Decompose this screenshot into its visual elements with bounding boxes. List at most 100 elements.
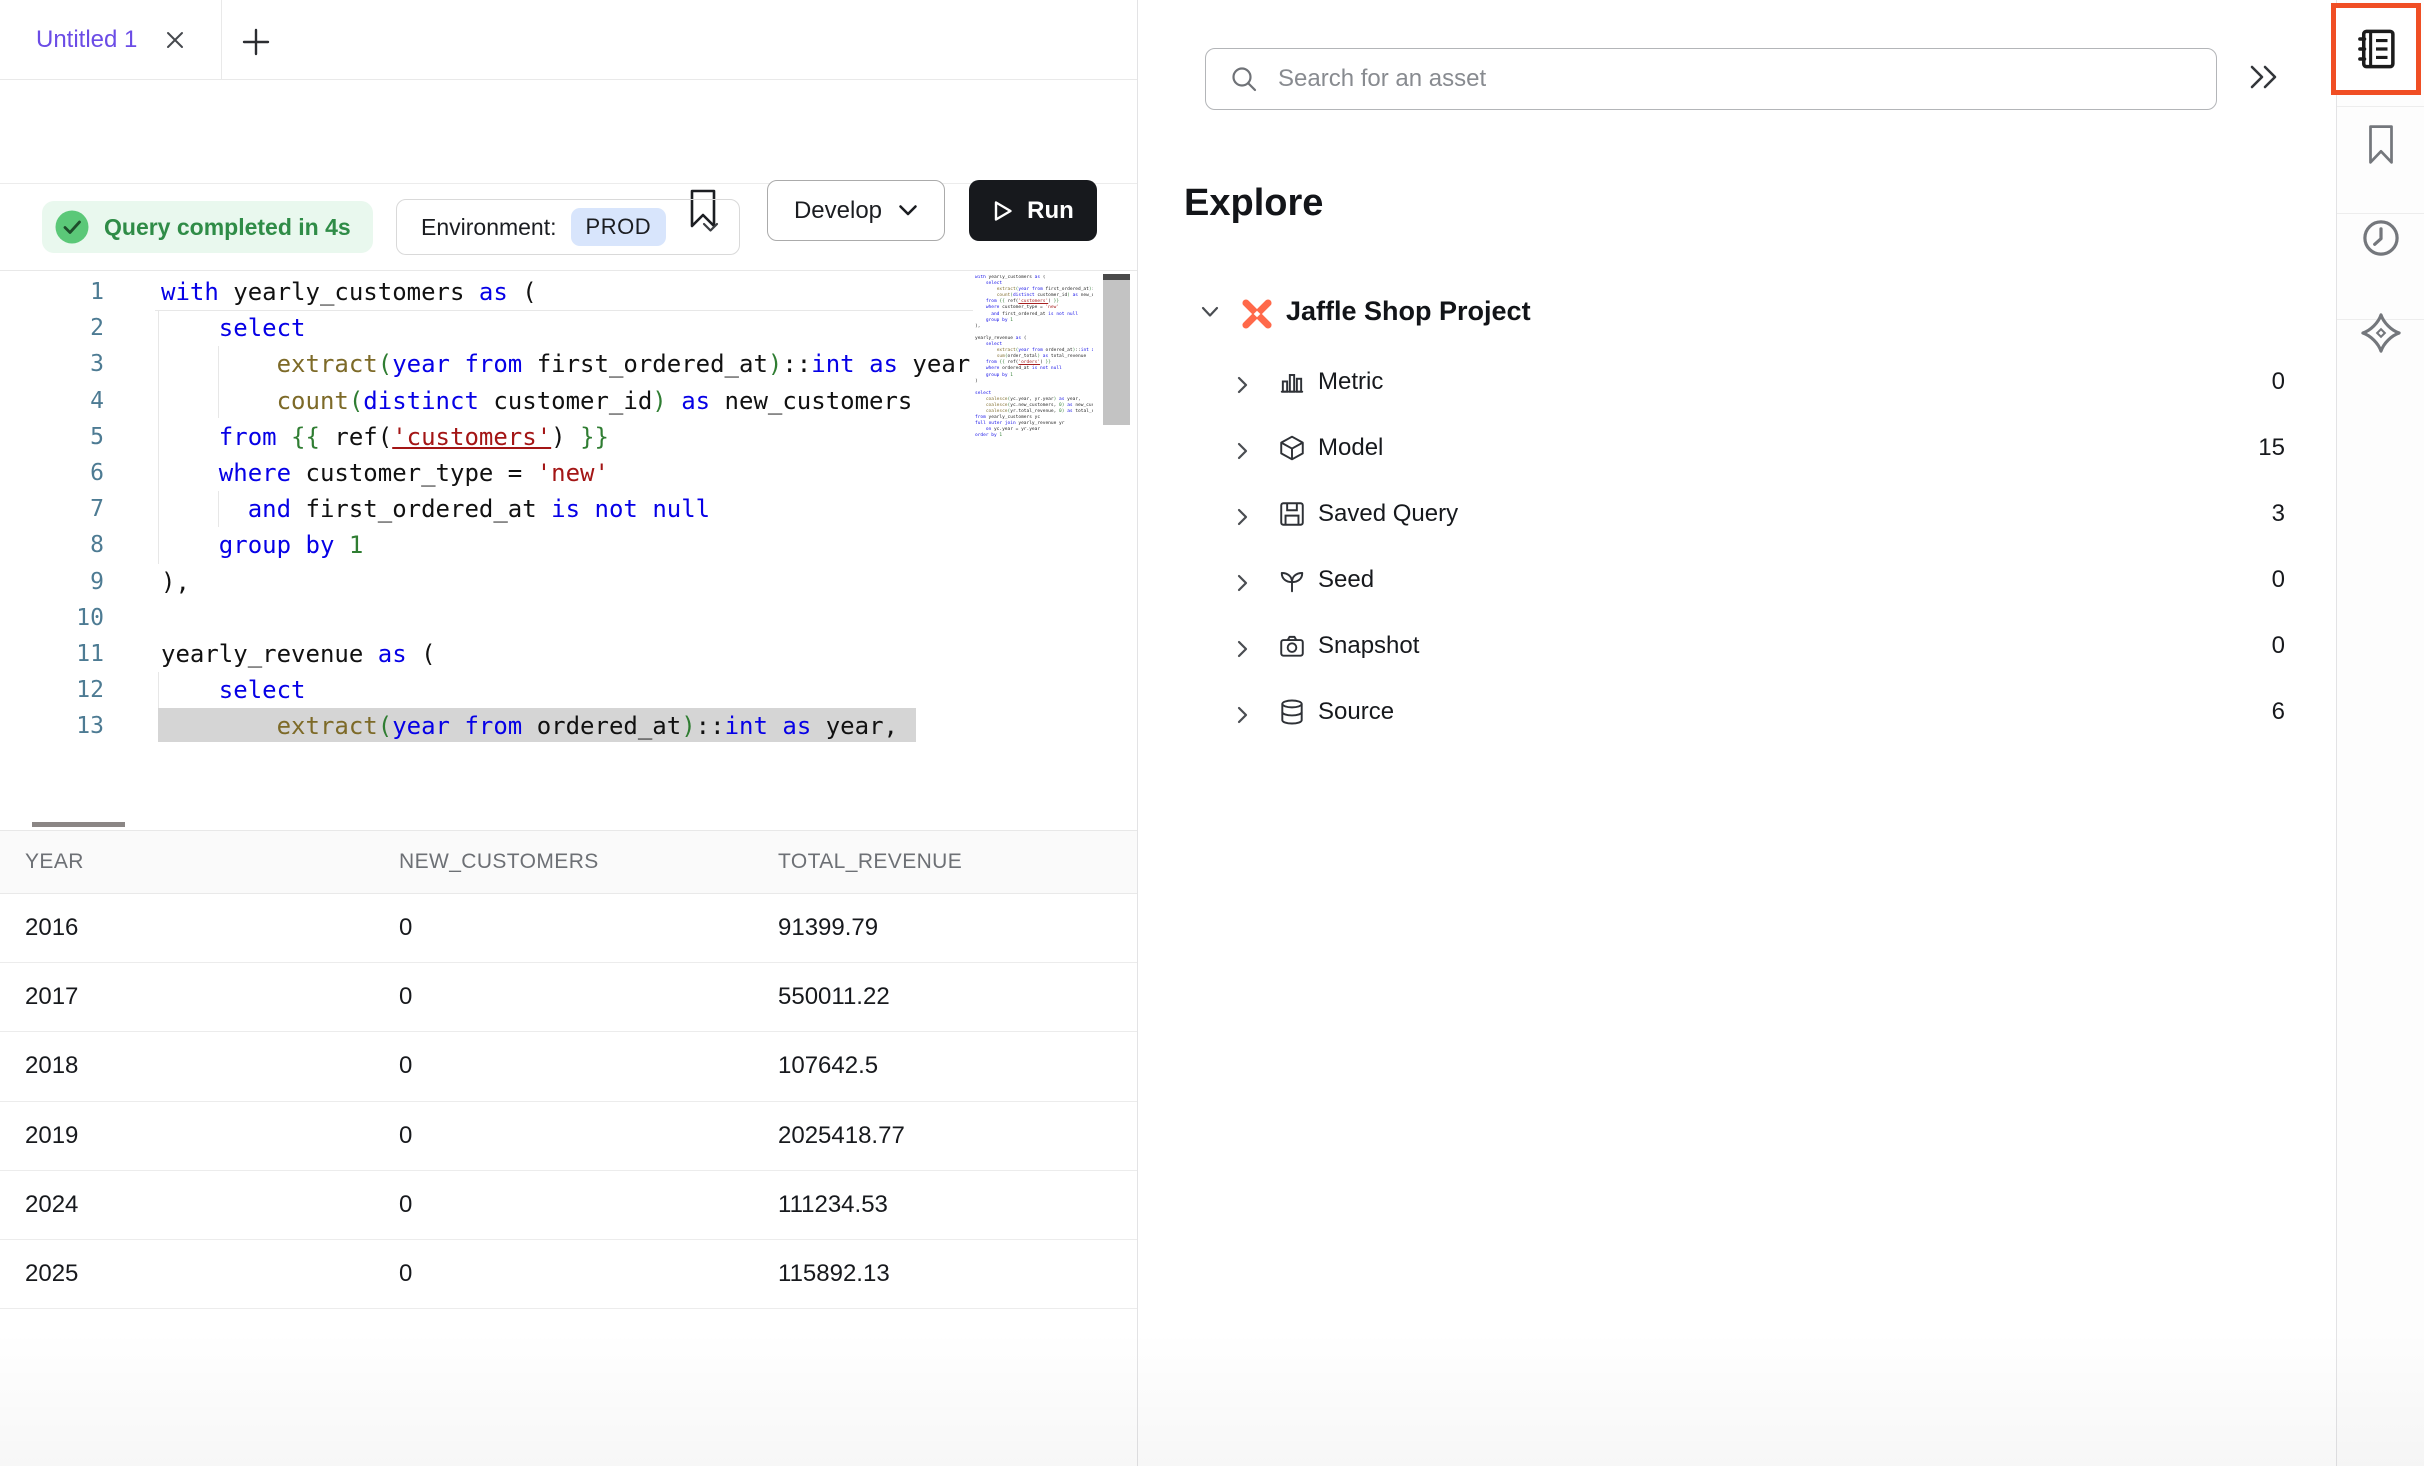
metric-icon [1278, 368, 1306, 396]
run-label: Run [1027, 197, 1074, 225]
tree-item-source[interactable]: Source 6 [1138, 680, 2336, 746]
table-cell: 91399.79 [778, 914, 1137, 942]
tree-item-count: 6 [2272, 698, 2285, 726]
table-row: 201902025418.77 [0, 1102, 1137, 1171]
explore-panel: Search for an asset Explore Jaffle Shop … [1138, 0, 2336, 1466]
develop-label: Develop [794, 197, 882, 225]
tree-item-label: Source [1318, 698, 1394, 726]
line-number: 4 [0, 383, 104, 419]
play-icon [992, 199, 1014, 223]
editor-toolbar: Develop Run [0, 81, 1137, 184]
dbt-logo-icon [1240, 297, 1274, 331]
line-number: 12 [0, 672, 104, 708]
asset-search-input[interactable]: Search for an asset [1205, 48, 2217, 110]
tree-item-label: Snapshot [1318, 632, 1419, 660]
table-row: 20180107642.5 [0, 1032, 1137, 1101]
tree-item-label: Metric [1318, 368, 1383, 396]
tree-item-count: 0 [2272, 566, 2285, 594]
table-cell: 2018 [25, 1052, 399, 1080]
tab-label: Untitled 1 [36, 26, 137, 54]
editor-minimap[interactable]: with yearly_customers as ( select extrac… [975, 275, 1093, 715]
code-line: extract(year from first_ordered_at)::int… [161, 346, 972, 382]
seed-icon [1278, 566, 1306, 594]
tree-item-model[interactable]: Model15 [1138, 416, 2336, 482]
line-number: 2 [0, 310, 104, 346]
chevron-right-icon[interactable] [1236, 507, 1249, 527]
line-number: 6 [0, 455, 104, 491]
table-cell: 2024 [25, 1191, 399, 1219]
code-line: from {{ ref('customers') }} [161, 419, 609, 455]
table-cell: 2017 [25, 983, 399, 1011]
chevron-right-icon[interactable] [1236, 639, 1249, 659]
code-line: select [161, 310, 306, 346]
code-line: with yearly_customers as ( [161, 274, 537, 310]
table-cell: 107642.5 [778, 1052, 1137, 1080]
code-lines: with yearly_customers as ( select extrac… [161, 271, 972, 742]
chevron-right-icon[interactable] [1236, 573, 1249, 593]
table-cell: 2016 [25, 914, 399, 942]
table-cell: 0 [399, 1122, 778, 1150]
new-tab-button[interactable] [236, 22, 276, 62]
search-icon [1230, 65, 1258, 93]
table-row: 20240111234.53 [0, 1171, 1137, 1240]
query-status-badge: Query completed in 4s [42, 201, 373, 253]
chevron-down-icon [898, 204, 918, 217]
query-status-text: Query completed in 4s [104, 214, 351, 241]
chevron-down-icon[interactable] [1200, 305, 1220, 319]
explore-heading: Explore [1184, 182, 1323, 225]
chevron-right-icon[interactable] [1236, 375, 1249, 395]
editor-scrollbar[interactable] [1103, 272, 1130, 742]
line-number: 5 [0, 419, 104, 455]
chevron-right-icon[interactable] [1236, 441, 1249, 461]
environment-value-badge: PROD [571, 208, 667, 246]
chevron-down-icon [702, 222, 719, 233]
code-line: ), [161, 564, 190, 600]
tree-item-seed[interactable]: Seed0 [1138, 548, 2336, 614]
code-line: yearly_revenue as ( [161, 636, 436, 672]
chevron-right-icon[interactable] [1236, 705, 1249, 725]
line-number: 1 [0, 274, 104, 310]
collapse-panel-icon[interactable] [2246, 62, 2282, 94]
table-cell: 0 [399, 1052, 778, 1080]
table-cell: 2019 [25, 1122, 399, 1150]
snapshot-icon [1278, 632, 1306, 660]
environment-selector[interactable]: Environment: PROD [396, 199, 740, 255]
tree-item-snapshot[interactable]: Snapshot0 [1138, 614, 2336, 680]
table-row: 20170550011.22 [0, 963, 1137, 1032]
dbt-assist-icon[interactable] [2337, 311, 2424, 355]
project-tree-root[interactable]: Jaffle Shop Project [1138, 288, 2336, 340]
column-header: YEAR [25, 850, 399, 874]
project-name: Jaffle Shop Project [1286, 296, 1531, 327]
explore-tree: Metric0Model15Saved Query3Seed0Snapshot0… [1138, 350, 2336, 746]
table-cell: 111234.53 [778, 1191, 1137, 1219]
code-line: group by 1 [161, 527, 363, 563]
code-line: and first_ordered_at is not null [161, 491, 710, 527]
line-number: 3 [0, 346, 104, 382]
tree-item-count: 0 [2272, 368, 2285, 396]
run-button[interactable]: Run [969, 180, 1097, 241]
table-cell: 550011.22 [778, 983, 1137, 1011]
sql-code-editor[interactable]: 1234567891011121314 with yearly_customer… [0, 270, 1137, 742]
history-clock-icon[interactable] [2337, 217, 2424, 259]
scrollbar-thumb[interactable] [1103, 280, 1130, 425]
right-icon-sidebar [2336, 0, 2424, 1466]
develop-dropdown[interactable]: Develop [767, 180, 945, 241]
tree-item-count: 15 [2258, 434, 2285, 462]
results-table: 2016091399.7920170550011.2220180107642.5… [0, 894, 1137, 1309]
editor-panel: Untitled 1 Develop [0, 0, 1137, 1466]
tree-item-label: Saved Query [1318, 500, 1458, 528]
tree-item-saved-query[interactable]: Saved Query3 [1138, 482, 2336, 548]
environment-label: Environment: [421, 214, 557, 241]
tab-untitled-1[interactable]: Untitled 1 [0, 0, 222, 80]
results-tab-bar: Data Chart Details [0, 742, 1137, 830]
column-header: NEW_CUSTOMERS [399, 850, 778, 874]
table-row: 2016091399.79 [0, 894, 1137, 963]
bookmarks-icon[interactable] [2337, 124, 2424, 166]
model-icon [1278, 434, 1306, 462]
close-tab-icon[interactable] [163, 28, 187, 52]
table-cell: 115892.13 [778, 1260, 1137, 1288]
table-row: 20250115892.13 [0, 1240, 1137, 1309]
catalog-notebook-icon[interactable] [2331, 3, 2421, 95]
saved-query-icon [1278, 500, 1306, 528]
tree-item-metric[interactable]: Metric 0 [1138, 350, 2336, 416]
